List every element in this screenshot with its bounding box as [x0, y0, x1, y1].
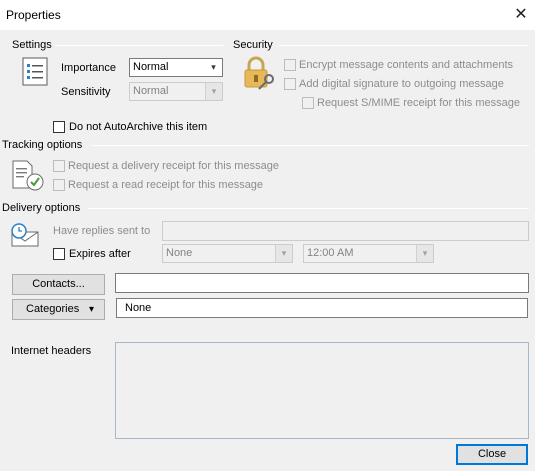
expires-label: Expires after: [69, 248, 131, 260]
have-replies-input[interactable]: [162, 221, 529, 241]
categories-button[interactable]: Categories ▾: [12, 299, 105, 320]
settings-group-title: Settings: [12, 39, 52, 51]
settings-list-icon: [22, 57, 48, 86]
expires-checkbox[interactable]: [53, 248, 65, 260]
sensitivity-label: Sensitivity: [61, 86, 111, 98]
chevron-down-icon: ▾: [275, 245, 292, 262]
settings-divider: [55, 45, 223, 46]
dropdown-arrow-icon: ▾: [89, 304, 95, 315]
delivery-receipt-label: Request a delivery receipt for this mess…: [68, 160, 279, 172]
internet-headers-textarea[interactable]: [115, 342, 529, 439]
expires-time-value: 12:00 AM: [307, 247, 354, 259]
properties-dialog: Properties ✕ Settings Importance Normal …: [0, 0, 535, 471]
smime-label: Request S/MIME receipt for this message: [317, 97, 520, 109]
encrypt-checkbox[interactable]: [284, 59, 296, 71]
importance-select[interactable]: Normal ▾: [129, 58, 223, 77]
read-receipt-label: Request a read receipt for this message: [68, 179, 264, 191]
chevron-down-icon: ▾: [205, 83, 222, 100]
autoarchive-checkbox[interactable]: [53, 121, 65, 133]
close-button[interactable]: Close: [456, 444, 528, 465]
security-divider: [279, 45, 529, 46]
expires-time-select[interactable]: 12:00 AM ▾: [303, 244, 434, 263]
signature-checkbox[interactable]: [284, 78, 296, 90]
expires-date-value: None: [166, 247, 193, 259]
categories-button-label: Categories: [26, 303, 80, 315]
delivery-receipt-checkbox[interactable]: [53, 160, 65, 172]
tracking-document-check-icon: [12, 160, 44, 191]
categories-field[interactable]: None: [116, 298, 528, 318]
dialog-title: Properties: [6, 8, 61, 22]
importance-value: Normal: [133, 61, 169, 73]
chevron-down-icon: ▾: [211, 62, 216, 72]
contacts-button[interactable]: Contacts...: [12, 274, 105, 295]
lock-key-icon: [244, 56, 274, 90]
security-group-title: Security: [233, 39, 273, 51]
title-bar: [0, 0, 535, 30]
expires-date-select[interactable]: None ▾: [162, 244, 293, 263]
contacts-input[interactable]: [115, 273, 529, 293]
importance-label: Importance: [61, 62, 117, 74]
close-window-icon[interactable]: ✕: [508, 3, 534, 27]
delivery-group-title: Delivery options: [2, 202, 81, 214]
have-replies-label: Have replies sent to: [53, 225, 151, 237]
signature-label: Add digital signature to outgoing messag…: [299, 78, 504, 90]
tracking-group-title: Tracking options: [2, 139, 83, 151]
sensitivity-value: Normal: [133, 85, 169, 97]
sensitivity-select[interactable]: Normal ▾: [129, 82, 223, 101]
smime-checkbox[interactable]: [302, 97, 314, 109]
delivery-divider: [88, 208, 529, 209]
delivery-clock-envelope-icon: [11, 223, 39, 247]
encrypt-label: Encrypt message contents and attachments: [299, 59, 514, 71]
autoarchive-label: Do not AutoArchive this item: [69, 121, 208, 133]
tracking-divider: [91, 145, 529, 146]
read-receipt-checkbox[interactable]: [53, 179, 65, 191]
chevron-down-icon: ▾: [416, 245, 433, 262]
internet-headers-label: Internet headers: [11, 345, 92, 357]
